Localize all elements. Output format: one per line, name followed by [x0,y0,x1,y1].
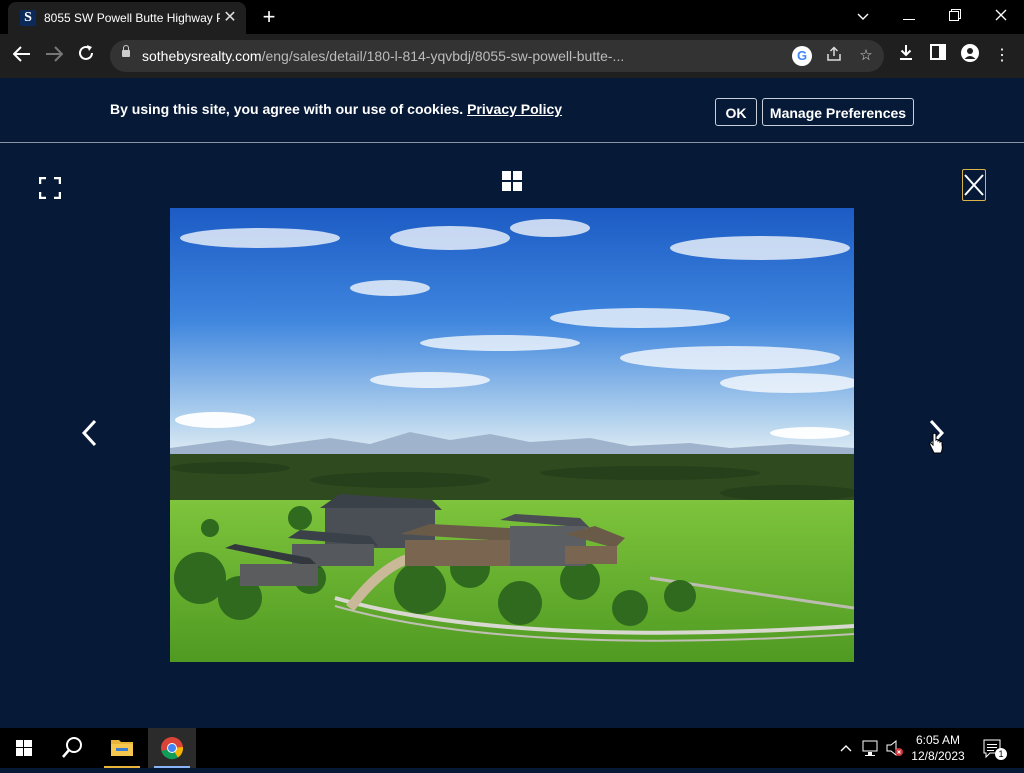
manage-preferences-button[interactable]: Manage Preferences [762,98,914,126]
cookie-ok-button[interactable]: OK [715,98,757,126]
sothebys-favicon-icon: S [20,10,36,26]
grid-view-icon[interactable] [502,171,522,191]
download-icon[interactable] [894,44,918,68]
notification-count-badge: 1 [995,748,1007,760]
notification-center-icon[interactable]: 1 [978,728,1008,768]
forward-button[interactable] [42,44,66,68]
close-window-button[interactable] [978,4,1024,28]
volume-muted-icon[interactable] [884,728,906,768]
bookmark-star-icon[interactable]: ☆ [856,46,876,66]
restore-button[interactable] [932,4,978,28]
previous-photo-arrow-icon[interactable] [78,413,102,453]
photo-gallery-viewer [0,143,1024,728]
fullscreen-icon[interactable] [38,176,62,200]
back-button[interactable] [10,44,34,68]
network-icon[interactable] [860,728,882,768]
hand-cursor-icon [928,432,944,455]
windows-taskbar: 6:05 AM 12/8/2023 1 [0,728,1024,768]
tab-search-chevron-icon[interactable] [840,4,886,28]
reload-button[interactable] [74,44,98,68]
new-tab-button[interactable]: + [258,6,280,28]
side-panel-icon[interactable] [926,44,950,68]
share-icon[interactable] [824,46,844,66]
property-photo [170,208,854,662]
system-clock[interactable]: 6:05 AM 12/8/2023 [905,732,971,764]
chrome-icon[interactable] [148,728,196,768]
clock-date: 12/8/2023 [911,749,965,763]
browser-menu-icon[interactable]: ⋮ [990,44,1014,68]
clock-time: 6:05 AM [915,733,961,747]
privacy-policy-link[interactable]: Privacy Policy [467,101,562,117]
cookie-message: By using this site, you agree with our u… [110,101,563,117]
browser-toolbar: sothebysrealty.com/eng/sales/detail/180-… [0,34,1024,78]
minimize-button[interactable] [886,4,932,28]
url-text: sothebysrealty.com/eng/sales/detail/180-… [142,48,625,64]
browser-tab-strip: S 8055 SW Powell Butte Highway P ✕ + [0,0,1024,34]
file-explorer-icon[interactable] [98,728,146,768]
close-gallery-button[interactable] [962,169,986,201]
tab-title: 8055 SW Powell Butte Highway P [44,11,220,25]
tab-close-icon[interactable]: ✕ [222,10,238,26]
show-hidden-icons-chevron-icon[interactable] [836,728,856,768]
lock-icon [122,45,130,57]
browser-tab[interactable]: S 8055 SW Powell Butte Highway P ✕ [8,2,246,34]
windows-start-icon[interactable] [0,728,48,768]
google-lens-icon[interactable]: G [792,46,812,66]
search-icon[interactable] [48,728,96,768]
address-bar[interactable]: sothebysrealty.com/eng/sales/detail/180-… [110,40,884,72]
profile-avatar-icon[interactable] [958,44,982,68]
cookie-banner: By using this site, you agree with our u… [0,78,1024,143]
